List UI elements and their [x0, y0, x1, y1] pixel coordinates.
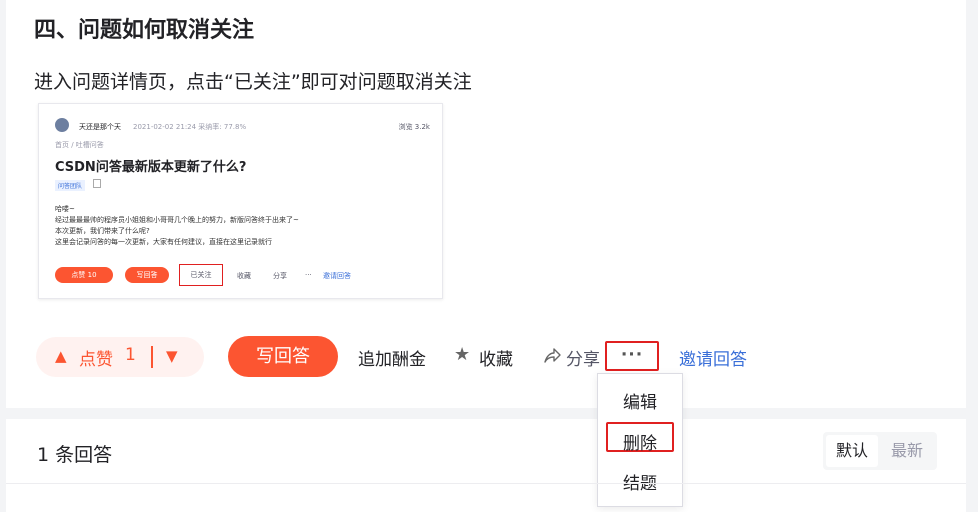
body-line: 哈喽~	[55, 205, 75, 213]
mini-more: ···	[305, 271, 312, 279]
body-line: 经过最最最帅的程序员小姐姐和小哥哥几个晚上的努力，新版问答终于出来了~	[55, 216, 299, 224]
menu-item-delete[interactable]: 删除	[598, 429, 682, 454]
upvote-icon[interactable]: ▲	[55, 347, 67, 365]
add-reward-button[interactable]: 追加酬金	[358, 345, 426, 370]
divider	[6, 483, 966, 484]
like-divider	[151, 346, 153, 368]
embedded-screenshot: 天还是那个天 2021-02-02 21:24 采纳率: 77.8% 浏览 3.…	[38, 103, 443, 299]
mini-invite: 邀请回答	[323, 272, 351, 280]
mini-followed-button: 已关注	[179, 264, 223, 286]
collect-button[interactable]: 收藏	[479, 345, 513, 370]
share-icon[interactable]	[542, 346, 562, 366]
mini-collect: 收藏	[237, 272, 251, 280]
more-button[interactable]: ···	[605, 341, 659, 371]
document-icon	[93, 179, 101, 188]
star-icon[interactable]: ★	[454, 344, 470, 365]
menu-item-close-question[interactable]: 结题	[598, 469, 682, 494]
breadcrumb: 首页 / 吐槽问答	[55, 141, 104, 149]
intro-text: 进入问题详情页，点击“已关注”即可对问题取消关注	[34, 71, 472, 93]
body-line: 本次更新，我们带来了什么呢?	[55, 227, 150, 235]
body-line: 这里会记录问答的每一次更新，大家有任何建议，直接在这里记录就行	[55, 238, 272, 246]
view-count: 浏览 3.2k	[398, 123, 430, 131]
question-tag: 问答团队	[55, 180, 86, 191]
question-title: CSDN问答最新版本更新了什么?	[55, 160, 247, 175]
invite-answer-link[interactable]: 邀请回答	[679, 345, 747, 370]
avatar	[55, 118, 69, 132]
more-dropdown-menu: 编辑 删除 结题	[597, 373, 683, 507]
author-name: 天还是那个天	[79, 123, 121, 131]
answers-card	[6, 419, 966, 512]
menu-item-edit[interactable]: 编辑	[598, 388, 682, 413]
mini-write-button: 写回答	[125, 267, 169, 283]
sort-newest-tab[interactable]: 最新	[880, 435, 934, 467]
like-count: 1	[125, 345, 136, 365]
sort-default-tab[interactable]: 默认	[826, 435, 878, 467]
post-meta: 2021-02-02 21:24 采纳率: 77.8%	[133, 123, 247, 131]
share-button[interactable]: 分享	[566, 345, 600, 370]
section-title: 四、问题如何取消关注	[34, 18, 255, 43]
downvote-icon[interactable]: ▼	[166, 347, 178, 365]
like-label[interactable]: 点赞	[79, 345, 113, 370]
mini-share: 分享	[273, 272, 287, 280]
answer-count: 1 条回答	[37, 444, 113, 466]
mini-like-button: 点赞 10	[55, 267, 113, 283]
write-answer-button[interactable]: 写回答	[228, 336, 338, 377]
question-body: 哈喽~ 经过最最最帅的程序员小姐姐和小哥哥几个晚上的努力，新版问答终于出来了~ …	[55, 204, 299, 248]
